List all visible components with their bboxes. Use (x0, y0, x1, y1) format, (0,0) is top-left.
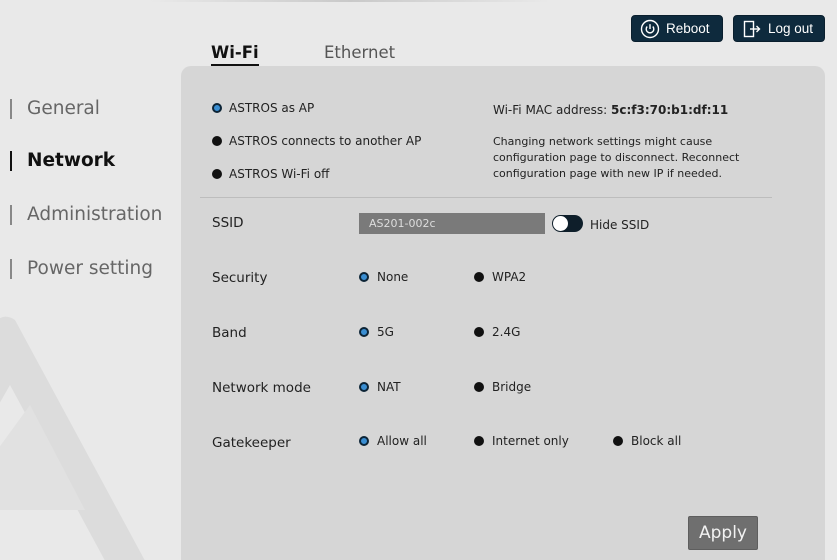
security-label: Security (212, 270, 268, 286)
network-warning-note: Changing network settings might cause co… (493, 135, 740, 180)
radio-selected-icon (359, 382, 369, 392)
band-label: Band (212, 325, 247, 341)
radio-icon (613, 436, 623, 446)
option-label: ASTROS Wi-Fi off (229, 167, 330, 181)
hide-ssid-label: Hide SSID (590, 218, 650, 232)
tab-wifi[interactable]: Wi-Fi (211, 43, 259, 66)
band-2-4g-option[interactable]: 2.4G (474, 325, 520, 339)
ssid-input[interactable] (359, 213, 545, 234)
mac-address: Wi-Fi MAC address: 5c:f3:70:b1:df:11 (493, 103, 728, 117)
section-divider (200, 197, 772, 198)
radio-selected-icon (359, 272, 369, 282)
option-label: 5G (377, 325, 394, 339)
option-label: ASTROS connects to another AP (229, 134, 422, 148)
radio-icon (474, 382, 484, 392)
option-label: Bridge (492, 380, 532, 394)
option-label: None (377, 270, 409, 284)
sidebar-item-power-setting[interactable]: Power setting (10, 259, 153, 279)
gatekeeper-label: Gatekeeper (212, 435, 291, 451)
sidebar-item-general[interactable]: General (10, 99, 100, 119)
radio-icon (212, 169, 222, 179)
power-icon (640, 19, 660, 38)
network-mode-nat-option[interactable]: NAT (359, 380, 401, 394)
security-none-option[interactable]: None (359, 270, 408, 284)
radio-icon (474, 327, 484, 337)
mac-label: Wi-Fi MAC address: (493, 103, 608, 117)
band-5g-option[interactable]: 5G (359, 325, 394, 339)
option-label: Internet only (492, 434, 569, 448)
option-label: ASTROS as AP (229, 101, 315, 115)
mac-value: 5c:f3:70:b1:df:11 (611, 103, 729, 117)
security-wpa2-option[interactable]: WPA2 (474, 270, 526, 284)
option-label: Block all (631, 434, 682, 448)
option-label: Allow all (377, 434, 427, 448)
gatekeeper-block-all-option[interactable]: Block all (613, 434, 681, 448)
logout-label: Log out (768, 21, 814, 36)
wifi-mode-ap-option[interactable]: ASTROS as AP (212, 101, 314, 115)
gatekeeper-allow-all-option[interactable]: Allow all (359, 434, 427, 448)
sidebar-item-network[interactable]: Network (10, 151, 115, 171)
apply-button[interactable]: Apply (688, 516, 758, 550)
logout-icon (743, 20, 761, 37)
radio-icon (474, 272, 484, 282)
radio-selected-icon (212, 103, 222, 113)
wifi-mode-off-option[interactable]: ASTROS Wi-Fi off (212, 167, 329, 181)
option-label: 2.4G (492, 325, 521, 339)
top-decor-line (150, 0, 550, 2)
sidebar-item-administration[interactable]: Administration (10, 205, 162, 225)
option-label: NAT (377, 380, 401, 394)
radio-icon (474, 436, 484, 446)
reboot-label: Reboot (666, 21, 710, 36)
logout-button[interactable]: Log out (733, 15, 825, 42)
radio-selected-icon (359, 436, 369, 446)
wifi-mode-client-option[interactable]: ASTROS connects to another AP (212, 134, 421, 148)
network-mode-bridge-option[interactable]: Bridge (474, 380, 531, 394)
option-label: WPA2 (492, 270, 527, 284)
gatekeeper-internet-only-option[interactable]: Internet only (474, 434, 569, 448)
tab-ethernet[interactable]: Ethernet (324, 43, 395, 62)
radio-selected-icon (359, 327, 369, 337)
hide-ssid-toggle[interactable] (552, 215, 583, 232)
brand-watermark-icon (0, 316, 145, 560)
radio-icon (212, 136, 222, 146)
reboot-button[interactable]: Reboot (631, 15, 723, 42)
ssid-label: SSID (212, 215, 244, 231)
network-mode-label: Network mode (212, 380, 311, 396)
